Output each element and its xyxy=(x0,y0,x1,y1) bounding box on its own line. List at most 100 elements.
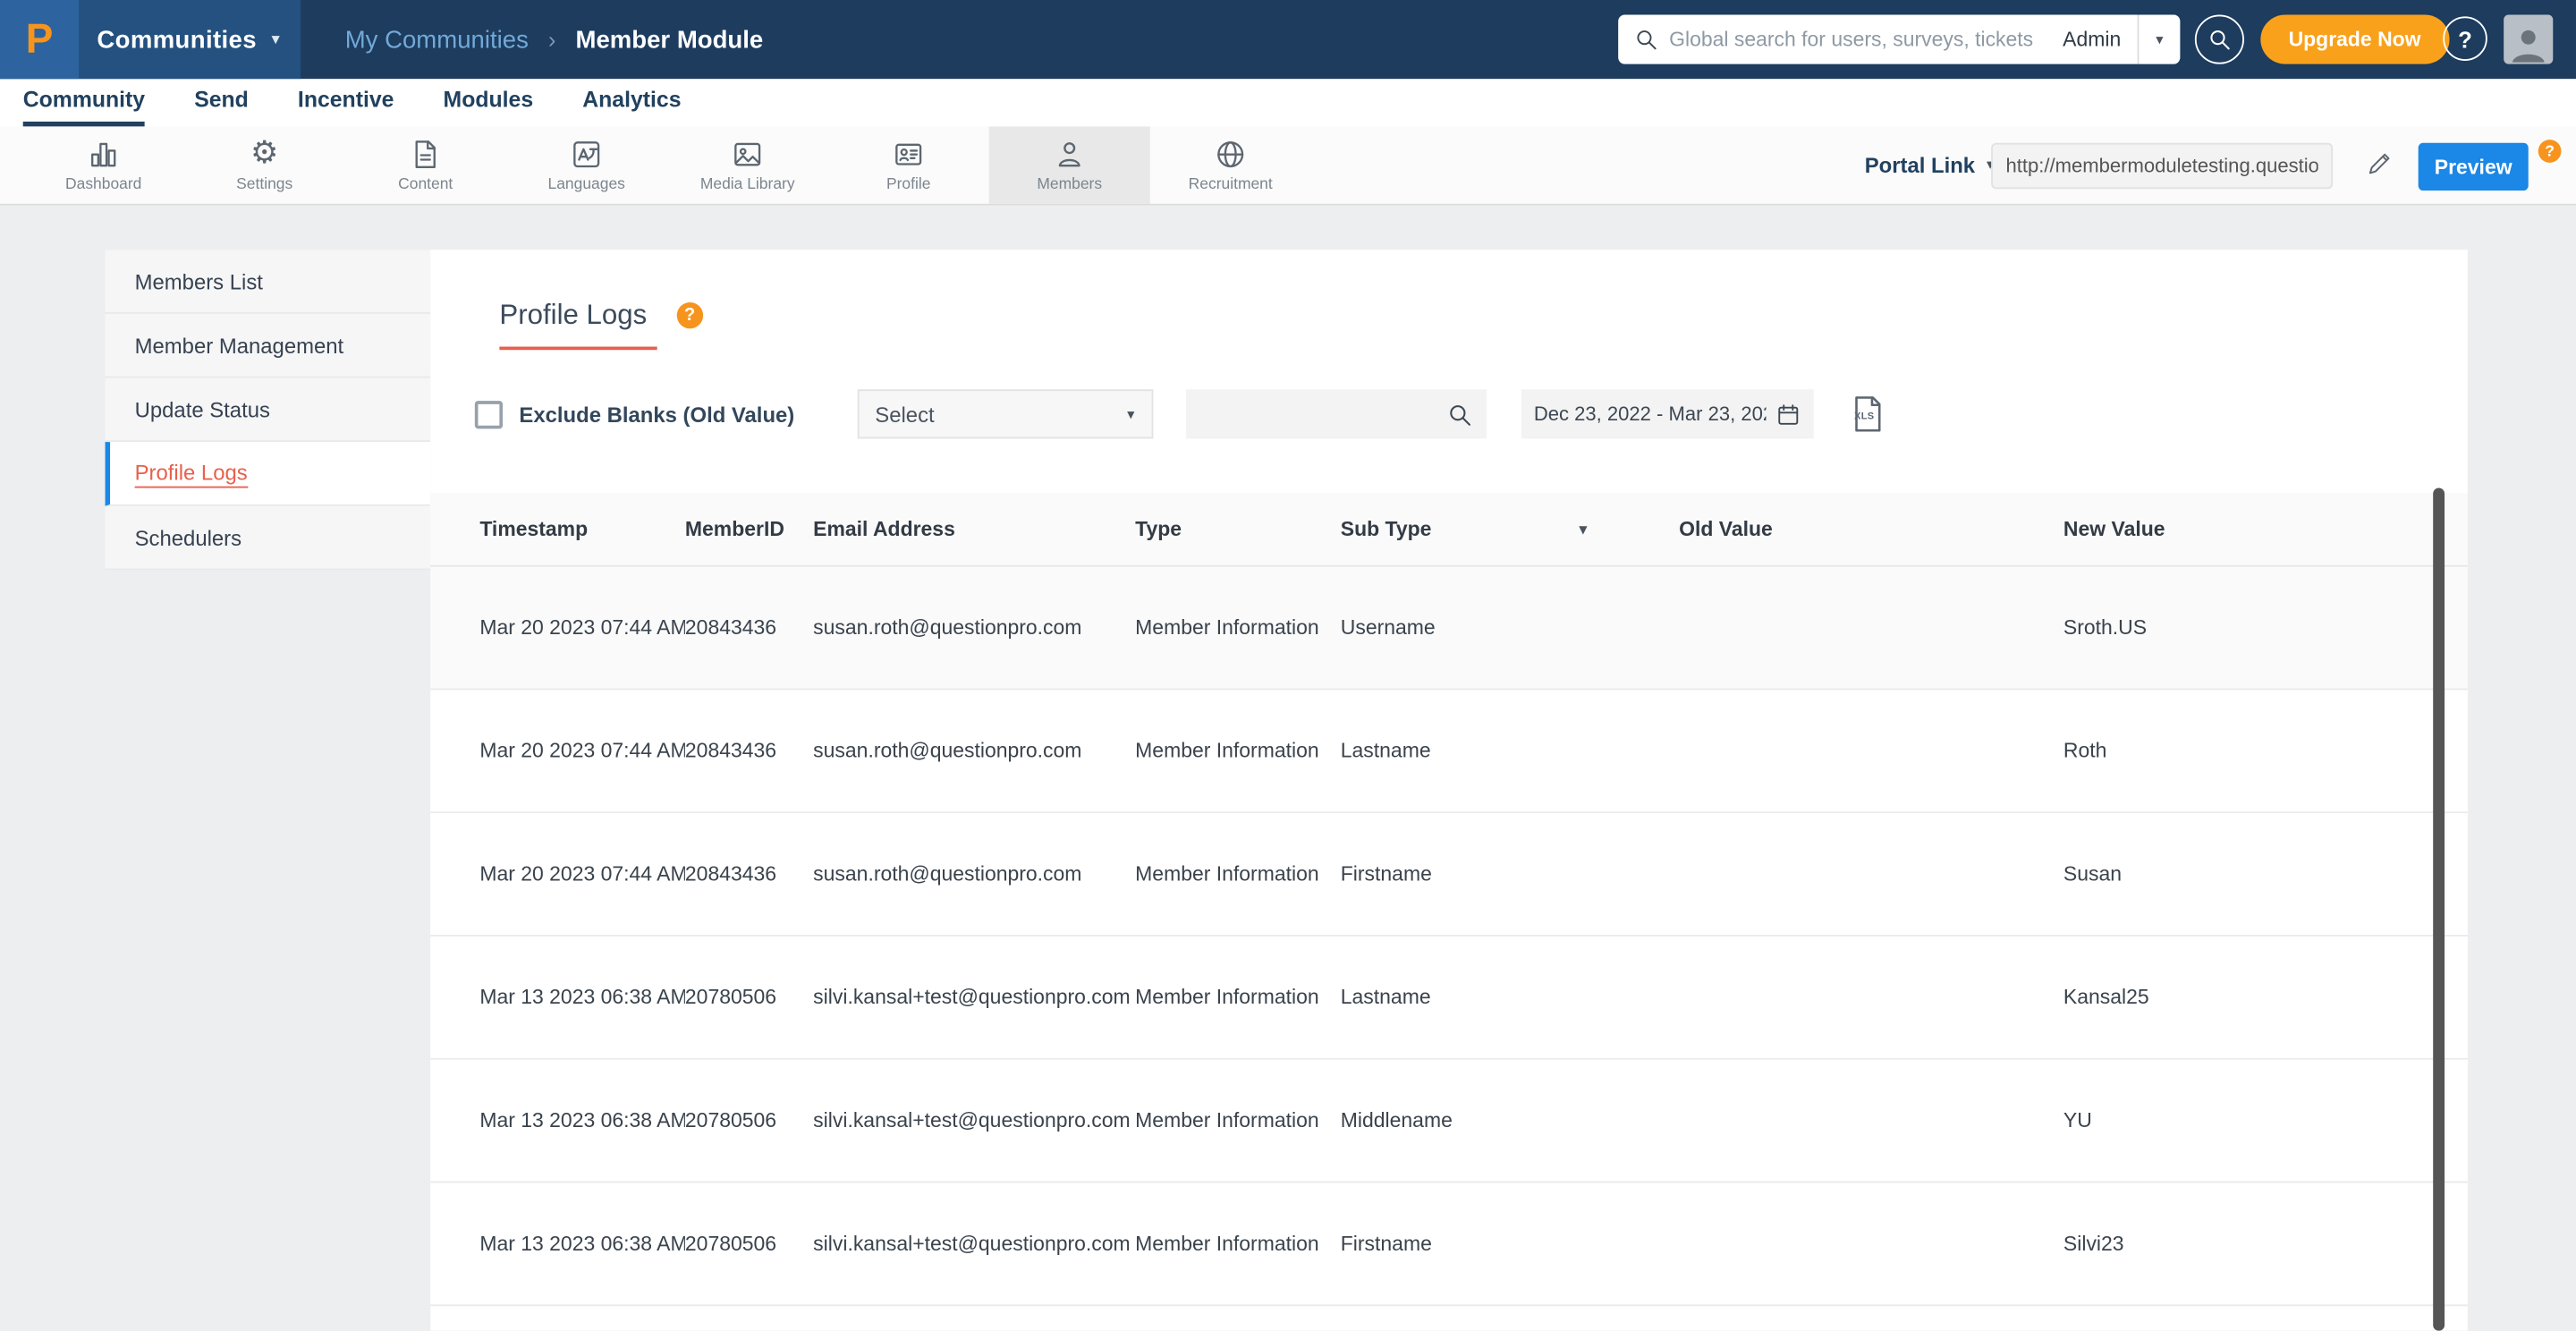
global-search-input[interactable] xyxy=(1669,28,2046,51)
col-email: Email Address xyxy=(813,517,955,541)
sidebar-item-update-status[interactable]: Update Status xyxy=(105,377,431,443)
tab-incentive[interactable]: Incentive xyxy=(298,79,394,126)
cell-member-id: 20780506 xyxy=(684,1232,777,1256)
translate-icon xyxy=(573,140,600,167)
module-content[interactable]: Content xyxy=(345,126,506,203)
edit-pencil-icon[interactable] xyxy=(2366,149,2394,177)
sidebar: Members List Member Management Update St… xyxy=(105,250,431,571)
table-search xyxy=(1185,389,1487,439)
module-label: Settings xyxy=(236,174,293,193)
table-row: Mar 20 2023 07:44 AM 20843436 susan.roth… xyxy=(430,566,2468,691)
tab-community[interactable]: Community xyxy=(22,79,146,127)
chevron-down-icon: ▾ xyxy=(271,30,280,49)
sidebar-item-member-management[interactable]: Member Management xyxy=(105,313,431,378)
calendar-icon xyxy=(1777,403,1798,424)
image-icon xyxy=(734,141,761,165)
cell-member-id: 20780506 xyxy=(684,986,777,1009)
date-range-picker[interactable]: Dec 23, 2022 - Mar 23, 2023 xyxy=(1521,389,1814,439)
logo-letter: P xyxy=(25,15,54,62)
module-label: Members xyxy=(1037,174,1103,193)
cell-email: susan.roth@questionpro.com xyxy=(813,615,1082,640)
module-dashboard[interactable]: Dashboard xyxy=(23,126,184,203)
cell-type: Member Information xyxy=(1135,985,1319,1008)
export-xls-button[interactable]: XLS xyxy=(1849,394,1885,434)
search-scope-dropdown[interactable]: ▾ xyxy=(2137,14,2181,64)
date-range-value: Dec 23, 2022 - Mar 23, 2023 xyxy=(1533,402,1766,426)
breadcrumb-separator: › xyxy=(547,26,556,53)
cell-type: Member Information xyxy=(1135,861,1319,886)
search-icon[interactable] xyxy=(1446,402,1471,427)
vertical-scrollbar[interactable] xyxy=(2433,487,2445,1331)
table-row: Mar 13 2023 06:38 AM 20780506 silvi.kans… xyxy=(430,1059,2468,1183)
tab-modules[interactable]: Modules xyxy=(444,79,534,126)
cell-new-value: Kansal25 xyxy=(2063,986,2149,1009)
cell-new-value: Silvi23 xyxy=(2063,1232,2124,1256)
portal-help-button[interactable]: ? xyxy=(2538,140,2562,163)
module-profile[interactable]: Profile xyxy=(828,126,989,203)
table-body: Mar 20 2023 07:44 AM 20843436 susan.roth… xyxy=(430,566,2468,1307)
filter-row: Exclude Blanks (Old Value) Select ▾ Dec … xyxy=(474,389,2468,439)
table-header: Timestamp MemberID Email Address Type Su… xyxy=(430,493,2468,567)
breadcrumb-current: Member Module xyxy=(575,25,764,54)
content-panel: Profile Logs ? Exclude Blanks (Old Value… xyxy=(430,250,2468,1331)
table-search-input[interactable] xyxy=(1199,402,1447,426)
cell-timestamp: Mar 20 2023 07:44 AM xyxy=(479,862,685,886)
search-submit-button[interactable] xyxy=(2194,14,2244,64)
module-members[interactable]: Members xyxy=(988,126,1150,204)
product-switcher[interactable]: P Communities ▾ xyxy=(0,0,301,80)
bar-chart-icon xyxy=(91,141,116,166)
tab-send[interactable]: Send xyxy=(194,79,249,126)
portal-url-field[interactable] xyxy=(1991,142,2334,190)
title-help-button[interactable]: ? xyxy=(676,301,703,329)
person-icon xyxy=(2512,30,2545,63)
module-media-library[interactable]: Media Library xyxy=(667,126,828,203)
col-timestamp: Timestamp xyxy=(479,517,589,541)
exclude-blanks-checkbox[interactable] xyxy=(474,400,504,428)
cell-new-value: Sroth.US xyxy=(2063,615,2148,640)
col-new-value: New Value xyxy=(2063,517,2165,541)
breadcrumb-my-communities[interactable]: My Communities xyxy=(345,25,529,53)
sort-caret-icon[interactable]: ▾ xyxy=(1580,520,1587,538)
cell-member-id: 20843436 xyxy=(684,739,777,763)
module-languages[interactable]: Languages xyxy=(506,126,667,203)
cell-sub-type: Firstname xyxy=(1340,1232,1432,1256)
module-label: Content xyxy=(398,174,453,193)
cell-timestamp: Mar 13 2023 06:38 AM xyxy=(479,1232,685,1256)
user-avatar[interactable] xyxy=(2504,14,2554,64)
main-area: Members List Member Management Update St… xyxy=(0,205,2576,1331)
cell-email: susan.roth@questionpro.com xyxy=(813,862,1082,886)
search-icon xyxy=(2210,30,2230,50)
col-old-value: Old Value xyxy=(1679,517,1773,541)
subtype-select[interactable]: Select ▾ xyxy=(857,389,1153,439)
title-row: Profile Logs ? xyxy=(499,299,2467,351)
table-row: Mar 13 2023 06:38 AM 20780506 silvi.kans… xyxy=(430,1183,2468,1307)
cell-member-id: 20780506 xyxy=(684,1108,777,1132)
top-bar: P Communities ▾ My Communities › Member … xyxy=(0,0,2576,80)
sidebar-item-members-list[interactable]: Members List xyxy=(105,250,431,314)
tab-analytics[interactable]: Analytics xyxy=(582,79,681,126)
gear-icon: ⚙ xyxy=(250,135,279,171)
product-name: Communities xyxy=(97,25,257,54)
sidebar-item-schedulers[interactable]: Schedulers xyxy=(105,505,431,571)
cell-new-value: Susan xyxy=(2063,862,2123,886)
help-button[interactable]: ? xyxy=(2443,16,2487,61)
search-icon xyxy=(1635,28,1658,51)
upgrade-now-button[interactable]: Upgrade Now xyxy=(2260,14,2449,64)
primary-nav: Community Send Incentive Modules Analyti… xyxy=(0,79,2576,127)
cell-type: Member Information xyxy=(1135,1231,1319,1255)
search-scope-label[interactable]: Admin xyxy=(2046,28,2138,51)
cell-email: silvi.kansal+test@questionpro.com xyxy=(813,986,1131,1009)
id-card-icon xyxy=(895,142,922,165)
breadcrumb: My Communities › Member Module xyxy=(345,0,764,79)
preview-button[interactable]: Preview xyxy=(2418,142,2529,191)
module-label: Recruitment xyxy=(1188,174,1273,193)
module-settings[interactable]: ⚙ Settings xyxy=(184,126,345,203)
col-sub-type[interactable]: Sub Type ▾ xyxy=(1341,518,1679,541)
exclude-blanks-label: Exclude Blanks (Old Value) xyxy=(519,402,795,427)
portal-link-dropdown[interactable]: Portal Link ▾ xyxy=(1865,126,1995,203)
cell-timestamp: Mar 20 2023 07:44 AM xyxy=(479,615,685,640)
sidebar-item-profile-logs[interactable]: Profile Logs xyxy=(105,442,431,506)
cell-new-value: YU xyxy=(2063,1108,2092,1132)
cell-sub-type: Username xyxy=(1340,615,1436,640)
module-recruitment[interactable]: Recruitment xyxy=(1150,126,1311,203)
